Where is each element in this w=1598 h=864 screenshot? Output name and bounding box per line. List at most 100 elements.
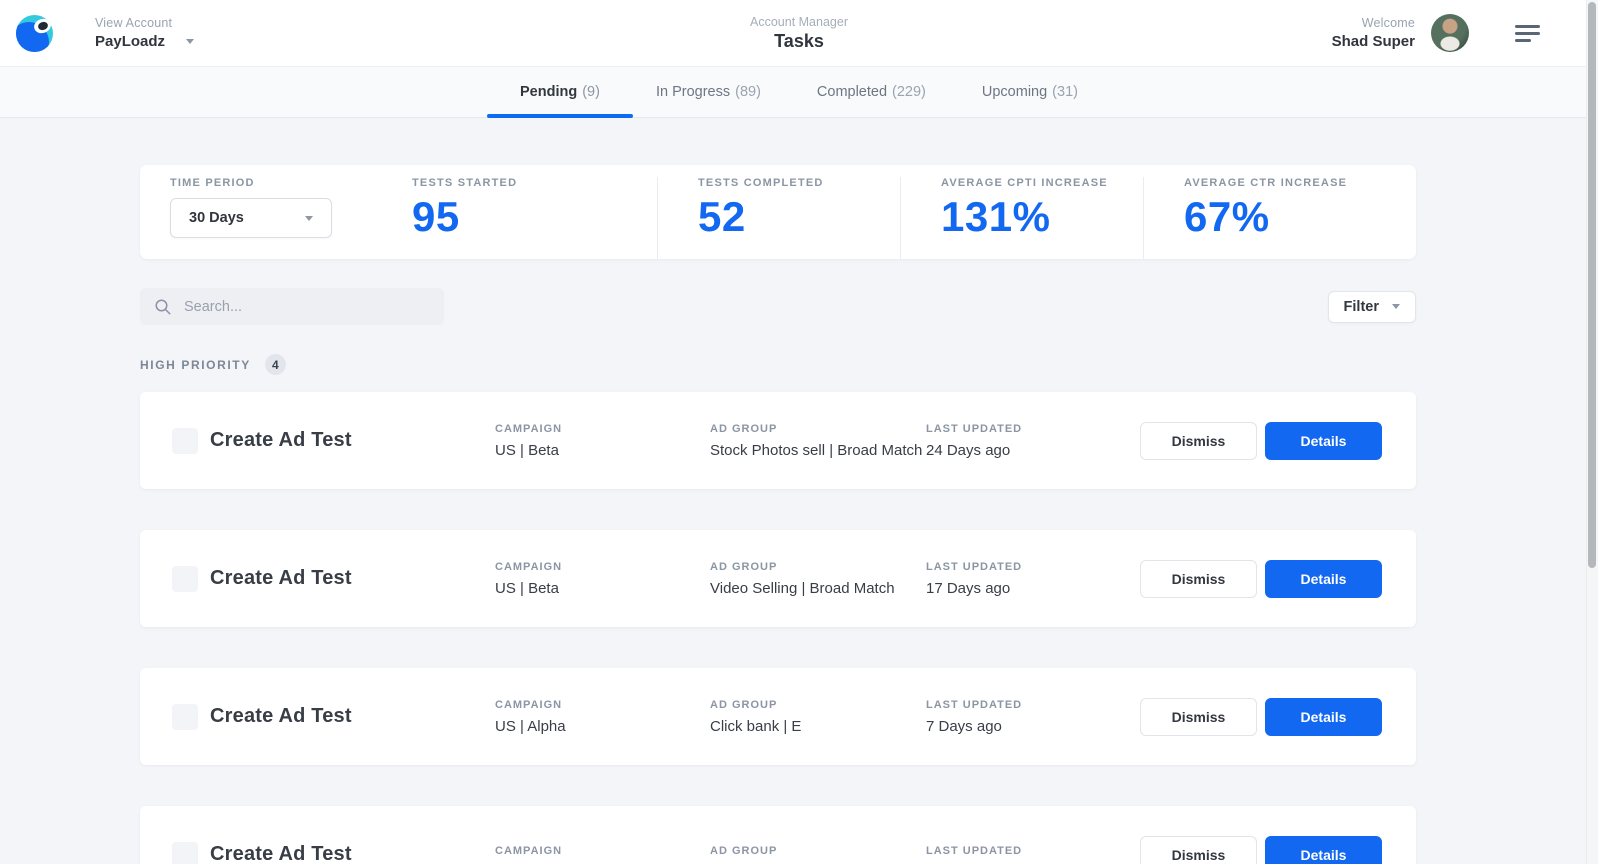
details-button[interactable]: Details [1265, 559, 1382, 598]
task-last-updated: LAST UPDATED [926, 845, 1140, 864]
chevron-down-icon [1392, 304, 1400, 309]
task-actions: Dismiss Details [1140, 835, 1417, 864]
high-priority-section: HIGH PRIORITY 4 [140, 354, 1416, 375]
tab-completed[interactable]: Completed (229) [817, 67, 926, 117]
details-button[interactable]: Details [1265, 421, 1382, 460]
last-updated-label: LAST UPDATED [926, 698, 1023, 711]
dismiss-button[interactable]: Dismiss [1140, 697, 1257, 736]
tab-count: (89) [735, 84, 761, 100]
account-switcher: View Account PayLoadz [95, 16, 195, 50]
chevron-down-icon [186, 39, 195, 44]
tasks-dashboard: { "header": { "view_account_label": "Vie… [0, 0, 1598, 864]
dismiss-button[interactable]: Dismiss [1140, 835, 1257, 864]
task-title: Create Ad Test [210, 567, 352, 589]
task-campaign: CAMPAIGN US | Beta [495, 561, 710, 597]
stat-tests-started: TESTS STARTED 95 [412, 177, 657, 259]
app-header: View Account PayLoadz Account Manager Ta… [0, 0, 1598, 67]
header-right: Welcome Shad Super [1332, 14, 1540, 52]
task-actions: Dismiss Details [1140, 559, 1417, 598]
user-name: Shad Super [1331, 33, 1415, 50]
tab-upcoming[interactable]: Upcoming (31) [982, 67, 1078, 117]
tab-in-progress[interactable]: In Progress (89) [656, 67, 761, 117]
stat-label: TESTS STARTED [412, 177, 518, 189]
campaign-label: CAMPAIGN [495, 422, 563, 435]
time-period-value: 30 Days [189, 210, 244, 226]
task-thumbnail [172, 703, 198, 730]
welcome-block: Welcome Shad Super [1332, 16, 1415, 50]
chevron-down-icon [305, 215, 313, 221]
app-logo-icon[interactable] [16, 14, 53, 52]
ad-group-label: AD GROUP [710, 845, 778, 857]
stat-average-cpti-increase: AVERAGE CPTI INCREASE 131% [900, 177, 1143, 259]
details-button[interactable]: Details [1265, 697, 1382, 736]
ad-group-label: AD GROUP [710, 560, 778, 573]
tab-label: Pending [520, 84, 578, 100]
tab-pending[interactable]: Pending (9) [487, 67, 633, 118]
dismiss-button[interactable]: Dismiss [1140, 421, 1257, 460]
avatar[interactable] [1431, 14, 1469, 52]
task-campaign: CAMPAIGN US | Alpha [495, 699, 710, 735]
task-last-updated: LAST UPDATED 17 Days ago [926, 561, 1140, 597]
task-card: Create Ad Test CAMPAIGN US | Beta AD GRO… [140, 530, 1416, 627]
ad-group-label: AD GROUP [710, 698, 778, 711]
task-ad-group: AD GROUP Stock Photos sell | Broad Match [710, 423, 926, 459]
campaign-value: US | Beta [495, 441, 559, 459]
tab-count: (31) [1052, 84, 1078, 100]
stat-label: TESTS COMPLETED [698, 177, 824, 189]
tab-label: Upcoming [981, 84, 1048, 100]
task-card: Create Ad Test CAMPAIGN US | Beta AD GRO… [140, 392, 1416, 489]
task-card: Create Ad Test CAMPAIGN US | Alpha AD GR… [140, 668, 1416, 765]
task-ad-group: AD GROUP Click bank | E [710, 699, 926, 735]
time-period-column: TIME PERIOD 30 Days [140, 177, 412, 259]
task-actions: Dismiss Details [1140, 421, 1417, 460]
page-context: Account Manager [750, 14, 848, 29]
last-updated-label: LAST UPDATED [926, 845, 1023, 857]
search-input[interactable] [184, 298, 414, 315]
stat-value: 131% [941, 193, 1051, 240]
tab-count: (9) [582, 84, 600, 100]
ad-group-value: Stock Photos sell | Broad Match [710, 441, 923, 459]
task-thumbnail [172, 427, 198, 454]
task-last-updated: LAST UPDATED 7 Days ago [926, 699, 1140, 735]
stat-value: 67% [1184, 193, 1270, 240]
task-thumbnail [172, 841, 198, 864]
tab-count: (229) [892, 84, 926, 100]
stat-value: 52 [698, 193, 746, 240]
task-left: Create Ad Test [140, 565, 495, 592]
task-title: Create Ad Test [210, 705, 352, 727]
tab-label: In Progress [655, 84, 731, 100]
menu-icon[interactable] [1515, 24, 1540, 42]
scrollbar-track[interactable] [1586, 0, 1598, 864]
campaign-label: CAMPAIGN [495, 845, 563, 857]
header-title-block: Account Manager Tasks [750, 15, 848, 52]
campaign-label: CAMPAIGN [495, 560, 563, 573]
task-actions: Dismiss Details [1140, 697, 1417, 736]
time-period-select[interactable]: 30 Days [170, 198, 332, 238]
campaign-label: CAMPAIGN [495, 698, 563, 711]
stat-value: 95 [412, 193, 460, 240]
details-button[interactable]: Details [1265, 835, 1382, 864]
scrollbar-thumb[interactable] [1588, 2, 1596, 568]
toolbar: Filter [140, 288, 1416, 325]
stats-summary-card: TIME PERIOD 30 Days TESTS STARTED 95 TES… [140, 165, 1416, 259]
account-dropdown[interactable]: PayLoadz [95, 33, 195, 50]
filter-button[interactable]: Filter [1327, 290, 1416, 323]
task-title: Create Ad Test [210, 429, 352, 451]
tab-bar: Pending (9) In Progress (89) Completed (… [0, 67, 1598, 118]
task-left: Create Ad Test [140, 841, 495, 864]
section-title: HIGH PRIORITY [140, 357, 251, 372]
task-campaign: CAMPAIGN [495, 845, 710, 864]
campaign-value: US | Beta [495, 579, 559, 597]
account-name: PayLoadz [95, 33, 166, 50]
dismiss-button[interactable]: Dismiss [1140, 559, 1257, 598]
campaign-value: US | Alpha [495, 717, 566, 735]
stat-label: AVERAGE CTR INCREASE [1184, 177, 1348, 189]
ad-group-value: Video Selling | Broad Match [710, 579, 895, 597]
last-updated-value: 24 Days ago [926, 441, 1011, 459]
view-account-label: View Account [95, 16, 173, 30]
ad-group-value: Click bank | E [710, 717, 802, 735]
task-ad-group: AD GROUP Video Selling | Broad Match [710, 561, 926, 597]
task-left: Create Ad Test [140, 703, 495, 730]
search-icon [155, 299, 171, 314]
header-left: View Account PayLoadz [16, 14, 195, 52]
